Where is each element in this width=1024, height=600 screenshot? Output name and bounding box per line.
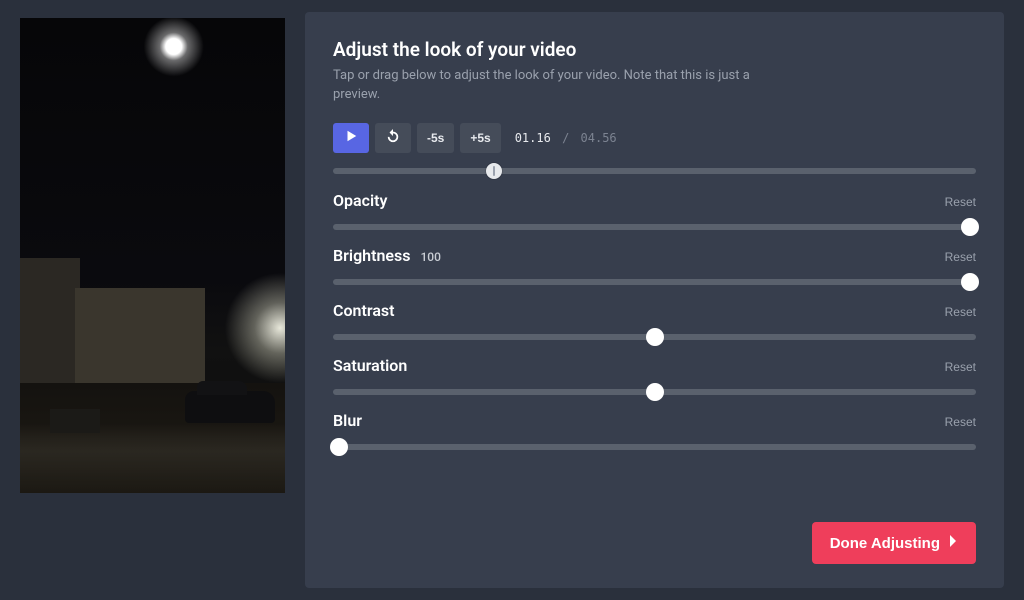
adjustment-panel: Adjust the look of your video Tap or dra…	[305, 12, 1004, 588]
opacity-slider[interactable]	[333, 218, 976, 236]
chevron-right-icon	[948, 534, 958, 552]
saturation-control: Saturation Reset	[333, 356, 976, 401]
contrast-control: Contrast Reset	[333, 301, 976, 346]
play-button[interactable]	[333, 123, 369, 153]
blur-reset-button[interactable]: Reset	[945, 415, 976, 429]
skip-forward-button[interactable]: +5s	[460, 123, 500, 153]
transport-bar: -5s +5s 01.16 / 04.56	[333, 123, 976, 153]
preview-building	[20, 258, 80, 398]
contrast-reset-button[interactable]: Reset	[945, 305, 976, 319]
brightness-value: 100	[420, 250, 440, 264]
brightness-slider[interactable]	[333, 273, 976, 291]
skip-back-button[interactable]: -5s	[417, 123, 454, 153]
timeline-scrubber[interactable]	[333, 163, 976, 179]
opacity-label: Opacity	[333, 191, 387, 210]
brightness-label: Brightness 100	[333, 246, 441, 265]
restart-icon	[386, 129, 400, 146]
preview-car	[185, 391, 275, 423]
opacity-reset-button[interactable]: Reset	[945, 195, 976, 209]
contrast-slider[interactable]	[333, 328, 976, 346]
preview-streetlight-glow	[220, 268, 285, 388]
panel-title: Adjust the look of your video	[333, 38, 976, 61]
blur-control: Blur Reset	[333, 411, 976, 456]
brightness-label-text: Brightness	[333, 246, 410, 265]
slider-track	[333, 279, 976, 285]
saturation-label: Saturation	[333, 356, 407, 375]
slider-track	[333, 444, 976, 450]
restart-button[interactable]	[375, 123, 411, 153]
saturation-reset-button[interactable]: Reset	[945, 360, 976, 374]
slider-knob[interactable]	[646, 328, 664, 346]
contrast-label: Contrast	[333, 301, 395, 320]
timecode: 01.16 / 04.56	[515, 131, 617, 145]
preview-bench	[50, 409, 100, 433]
slider-knob[interactable]	[330, 438, 348, 456]
panel-subtitle: Tap or drag below to adjust the look of …	[333, 67, 773, 105]
play-icon	[344, 129, 358, 146]
video-preview[interactable]	[20, 18, 285, 493]
timeline-playhead[interactable]	[486, 163, 502, 179]
timeline-track	[333, 168, 976, 174]
saturation-slider[interactable]	[333, 383, 976, 401]
slider-knob[interactable]	[961, 273, 979, 291]
done-adjusting-button[interactable]: Done Adjusting	[812, 522, 976, 564]
timecode-separator: /	[562, 131, 569, 145]
blur-slider[interactable]	[333, 438, 976, 456]
panel-footer: Done Adjusting	[333, 514, 976, 564]
slider-track	[333, 224, 976, 230]
opacity-control: Opacity Reset	[333, 191, 976, 236]
blur-label: Blur	[333, 411, 362, 430]
slider-knob[interactable]	[961, 218, 979, 236]
brightness-control: Brightness 100 Reset	[333, 246, 976, 291]
done-label: Done Adjusting	[830, 535, 940, 552]
current-time: 01.16	[515, 131, 551, 145]
slider-knob[interactable]	[646, 383, 664, 401]
duration: 04.56	[581, 131, 617, 145]
brightness-reset-button[interactable]: Reset	[945, 250, 976, 264]
preview-reflection	[20, 423, 285, 493]
